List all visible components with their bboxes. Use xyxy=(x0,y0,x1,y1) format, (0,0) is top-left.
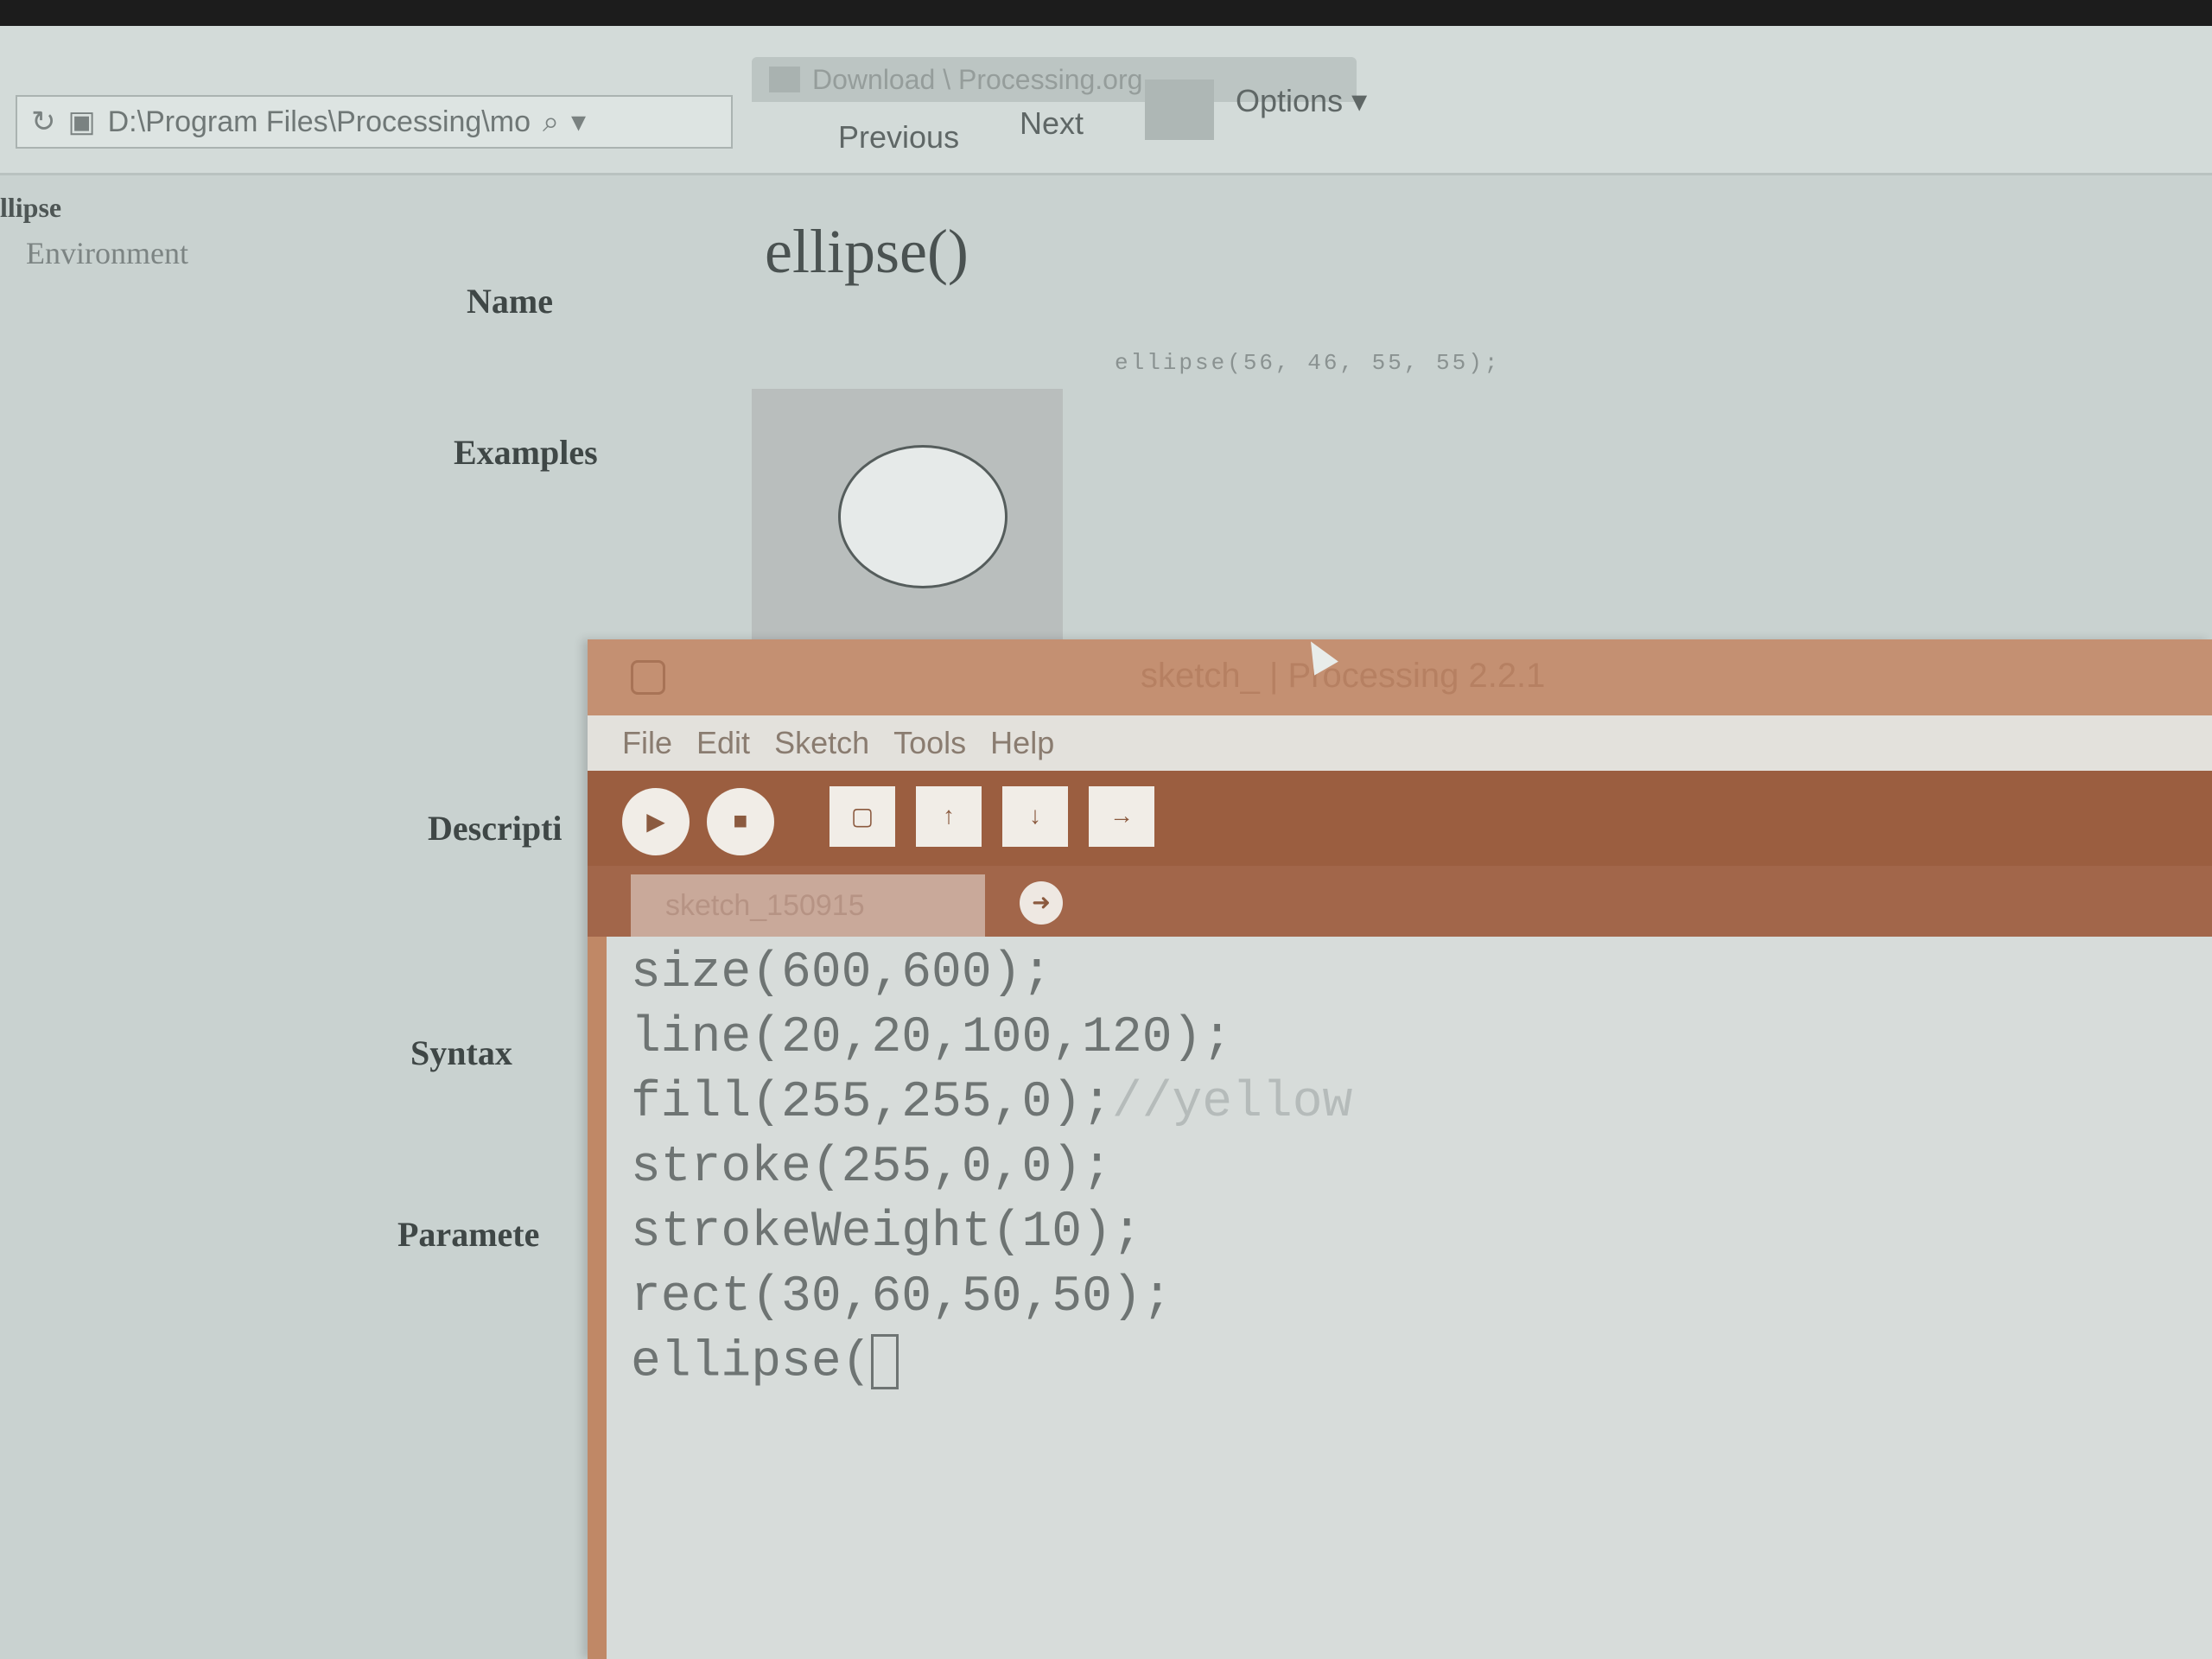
processing-logo-icon xyxy=(631,660,665,695)
processing-ide-window: sketch_ | Processing 2.2.1 File Edit Ske… xyxy=(588,634,2212,1659)
menu-sketch[interactable]: Sketch xyxy=(774,725,869,761)
code-line: line(20,20,100,120); xyxy=(631,1010,1232,1066)
code-line: rect(30,60,50,50); xyxy=(631,1269,1173,1325)
code-text: strokeWeight(10); xyxy=(631,1205,1142,1261)
screen-bezel xyxy=(0,0,2212,26)
ide-title-bar[interactable]: sketch_ | Processing 2.2.1 xyxy=(588,634,2212,715)
new-file-icon: ▢ xyxy=(850,804,874,830)
sketch-tab-label: sketch_150915 xyxy=(665,888,865,922)
export-button[interactable]: → xyxy=(1089,786,1154,847)
syntax-label: Syntax xyxy=(410,1033,512,1072)
browser-toolbar: Download \ Processing.org ↻ ▣ D:\Program… xyxy=(0,26,2212,175)
new-button[interactable]: ▢ xyxy=(830,786,895,847)
code-line: fill(255,255,0);//yellow xyxy=(631,1075,1352,1131)
code-text: size(600,600); xyxy=(631,945,1052,1001)
menu-help[interactable]: Help xyxy=(990,725,1054,761)
arrow-right-icon: ➜ xyxy=(1032,890,1051,915)
code-text: stroke(255,0,0); xyxy=(631,1140,1112,1196)
menu-file[interactable]: File xyxy=(622,725,672,761)
chevron-down-icon[interactable]: ▾ xyxy=(571,105,586,139)
tab-title: Download \ Processing.org xyxy=(812,63,1143,95)
run-button[interactable]: ▶ xyxy=(622,788,690,855)
save-button[interactable]: ↓ xyxy=(1002,786,1068,847)
open-icon: ↑ xyxy=(943,803,955,830)
tab-menu-button[interactable]: ➜ xyxy=(1020,881,1063,925)
ide-tab-bar: sketch_150915 ➜ xyxy=(588,866,2212,937)
example-code: ellipse(56, 46, 55, 55); xyxy=(1115,350,1501,376)
ide-menu-bar: File Edit Sketch Tools Help xyxy=(588,715,2212,771)
chevron-down-icon: ▾ xyxy=(1351,83,1368,118)
options-icon[interactable] xyxy=(1145,79,1214,140)
menu-tools[interactable]: Tools xyxy=(893,725,966,761)
code-text: line(20,20,100,120); xyxy=(631,1010,1233,1066)
address-text: D:\Program Files\Processing\mo xyxy=(107,105,531,138)
code-line: size(600,600); xyxy=(631,945,1052,1001)
tab-favicon-icon xyxy=(769,67,800,92)
menu-edit[interactable]: Edit xyxy=(696,725,750,761)
sketch-tab[interactable]: sketch_150915 xyxy=(631,874,985,937)
refresh-icon[interactable]: ↻ xyxy=(31,105,56,139)
ide-toolbar: ▶ ■ ▢ ↑ ↓ → xyxy=(588,771,2212,866)
save-icon: ↓ xyxy=(1029,803,1041,830)
code-line: ellipse( xyxy=(631,1334,899,1390)
stop-icon: ■ xyxy=(733,808,748,835)
options-label: Options xyxy=(1236,83,1344,118)
text-cursor xyxy=(871,1334,899,1389)
page-title: ellipse() xyxy=(765,217,969,286)
description-label: Descripti xyxy=(428,809,563,848)
code-text: ellipse( xyxy=(631,1334,872,1391)
example-image xyxy=(752,389,1063,639)
next-button[interactable]: Next xyxy=(1020,105,1084,142)
page-heading-fragment: llipse xyxy=(0,192,62,223)
search-icon[interactable]: ⌕ xyxy=(543,105,559,139)
export-icon: → xyxy=(1109,803,1134,830)
code-line: stroke(255,0,0); xyxy=(631,1140,1112,1196)
open-button[interactable]: ↑ xyxy=(916,786,982,847)
code-comment: //yellow xyxy=(1111,1075,1353,1131)
parameters-label: Paramete xyxy=(397,1215,540,1254)
options-button[interactable]: Options ▾ xyxy=(1236,83,1367,119)
code-text: rect(30,60,50,50); xyxy=(631,1269,1173,1325)
ide-window-title: sketch_ | Processing 2.2.1 xyxy=(1141,657,1546,695)
name-label: Name xyxy=(467,282,553,321)
environment-link[interactable]: Environment xyxy=(26,235,188,271)
code-editor[interactable]: size(600,600); line(20,20,100,120); fill… xyxy=(607,937,2212,1659)
stop-button[interactable]: ■ xyxy=(707,788,774,855)
previous-button[interactable]: Previous xyxy=(838,119,959,156)
example-ellipse xyxy=(838,445,1007,588)
code-line: strokeWeight(10); xyxy=(631,1205,1142,1261)
examples-label: Examples xyxy=(454,433,598,472)
page-icon: ▣ xyxy=(67,105,96,138)
play-icon: ▶ xyxy=(646,809,665,836)
address-bar[interactable]: ↻ ▣ D:\Program Files\Processing\mo ⌕ ▾ xyxy=(16,95,733,149)
code-text: fill(255,255,0); xyxy=(631,1075,1112,1131)
